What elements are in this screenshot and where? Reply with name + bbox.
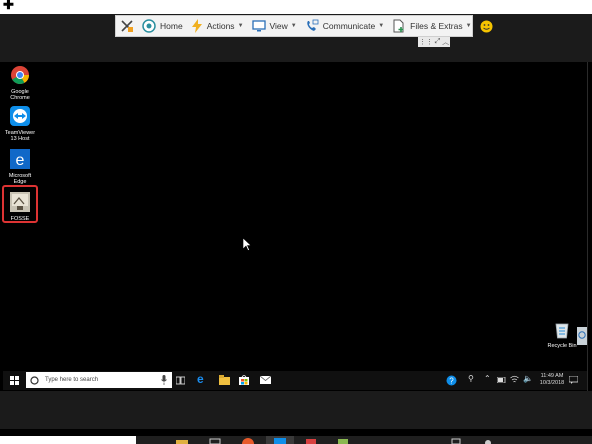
- files-extras-menu[interactable]: Files & Extras ▼: [388, 16, 475, 36]
- desktop-icon-recycle-bin[interactable]: Recycle Bin: [544, 319, 580, 349]
- icon-label: Recycle Bin: [547, 343, 577, 349]
- feedback-button[interactable]: [476, 16, 497, 36]
- volume-icon[interactable]: 🔈: [523, 374, 533, 383]
- battery-icon[interactable]: [497, 377, 506, 383]
- home-icon: [142, 19, 156, 33]
- svg-text:e: e: [16, 152, 25, 169]
- chrome-icon: [11, 66, 30, 85]
- grip-icon[interactable]: ⋮⋮: [419, 38, 433, 46]
- svg-text:?: ?: [449, 377, 454, 386]
- clock-time: 11:49 AM: [540, 373, 564, 379]
- desktop-icon-fosse[interactable]: FOSSE: [3, 192, 37, 222]
- teamviewer-tray-icon[interactable]: ?: [446, 375, 457, 386]
- windows-taskbar: Type here to search e ? ⚲ ⌃ 🔈 11:49 AM 1…: [3, 371, 587, 390]
- search-placeholder: Type here to search: [45, 377, 99, 383]
- fosse-app-icon: [10, 192, 30, 212]
- remote-desktop[interactable]: Google Chrome TeamViewer 13 Host e Micro…: [2, 62, 588, 391]
- toolbar-controls: ⋮⋮ ⤢ ︿: [418, 37, 450, 47]
- file-explorer-icon[interactable]: [219, 375, 230, 385]
- windows-start-icon[interactable]: [10, 376, 19, 385]
- communicate-label: Communicate: [322, 21, 376, 31]
- lightning-icon: [191, 19, 202, 33]
- mouse-pointer-icon: [243, 238, 252, 251]
- recycle-bin-icon: [555, 323, 569, 339]
- teamviewer-icon: [10, 106, 30, 126]
- chevron-up-icon[interactable]: ⌃: [484, 374, 491, 383]
- icon-label: FOSSE: [10, 216, 30, 222]
- icon-label: 13 Host: [10, 136, 30, 142]
- icon-label: Chrome: [10, 95, 30, 101]
- chevron-down-icon: ▼: [378, 23, 385, 29]
- file-add-icon: [393, 19, 404, 33]
- action-center-icon[interactable]: [569, 376, 578, 384]
- crosshair-cursor-icon: ✚: [3, 0, 14, 12]
- chevron-down-icon: ▼: [465, 23, 472, 29]
- store-icon[interactable]: [239, 374, 249, 385]
- teamviewer-toolbar: Home Actions ▼ View ▼ Communicate ▼ File…: [115, 15, 493, 37]
- actions-label: Actions: [206, 21, 235, 31]
- side-panel-tab-icon[interactable]: [577, 327, 587, 345]
- cortana-circle-icon: [30, 375, 39, 385]
- edge-icon: e: [10, 149, 30, 169]
- taskbar-search-input[interactable]: Type here to search: [26, 372, 172, 388]
- host-taskbar-icons: [176, 436, 491, 444]
- view-menu[interactable]: View ▼: [248, 16, 301, 36]
- desktop-icon-edge[interactable]: e Microsoft Edge: [3, 149, 37, 185]
- communicate-menu[interactable]: Communicate ▼: [301, 16, 388, 36]
- edge-taskbar-icon[interactable]: e: [197, 372, 204, 386]
- chevron-down-icon: ▼: [290, 23, 297, 29]
- smiley-icon: [480, 20, 493, 32]
- home-button[interactable]: Home: [138, 16, 187, 36]
- actions-menu[interactable]: Actions ▼: [187, 16, 248, 36]
- chevron-up-icon[interactable]: ︿: [442, 37, 449, 47]
- phone-icon: [307, 19, 319, 31]
- close-session-button[interactable]: [116, 16, 138, 36]
- host-top-strip: ✚: [0, 0, 592, 14]
- clock-date: 10/3/2018: [539, 379, 565, 386]
- chevron-down-icon: ▼: [237, 23, 244, 29]
- microphone-icon[interactable]: [161, 375, 167, 385]
- home-label: Home: [160, 21, 183, 31]
- monitor-icon: [251, 20, 266, 32]
- clock[interactable]: 11:49 AM 10/3/2018: [538, 373, 566, 386]
- mail-icon[interactable]: [260, 376, 271, 384]
- fullscreen-icon[interactable]: ⤢: [435, 38, 441, 46]
- view-label: View: [269, 21, 288, 31]
- people-icon[interactable]: ⚲: [468, 374, 474, 383]
- close-connection-icon: [121, 20, 133, 32]
- desktop-icon-teamviewer[interactable]: TeamViewer 13 Host: [3, 106, 37, 142]
- desktop-icon-chrome[interactable]: Google Chrome: [3, 65, 37, 101]
- task-view-icon[interactable]: [176, 376, 185, 385]
- files-extras-label: Files & Extras: [410, 21, 463, 31]
- remote-window-bottom: [0, 391, 592, 429]
- wifi-icon[interactable]: [510, 375, 519, 384]
